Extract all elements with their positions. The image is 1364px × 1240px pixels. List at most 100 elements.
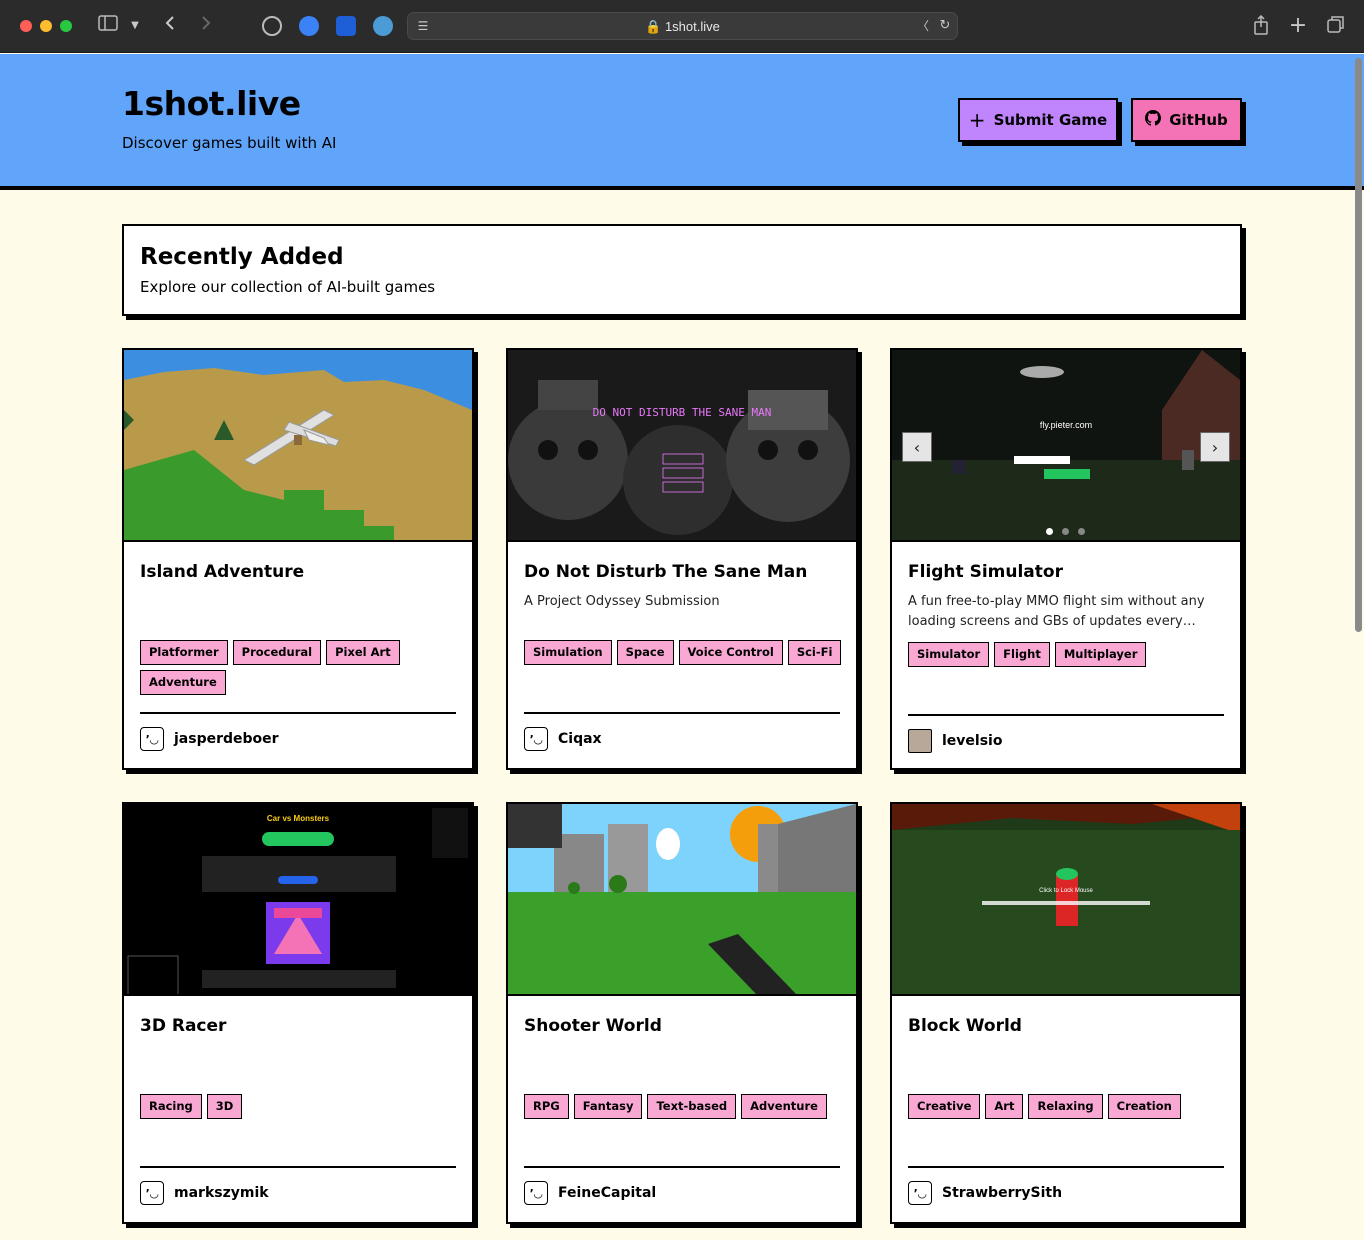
- divider: [908, 714, 1224, 716]
- author-name: StrawberrySith: [942, 1185, 1063, 1201]
- close-window-button[interactable]: [20, 20, 32, 32]
- tag[interactable]: 3D: [206, 1094, 243, 1119]
- tag-list: RPG Fantasy Text-based Adventure: [524, 1094, 844, 1119]
- avatar-placeholder-icon: ’◡: [140, 727, 164, 751]
- avatar-placeholder-icon: ’◡: [908, 1181, 932, 1205]
- tag[interactable]: Space: [616, 640, 674, 665]
- game-title[interactable]: 3D Racer: [140, 1016, 226, 1036]
- carousel-dot[interactable]: [1062, 528, 1069, 535]
- forward-icon[interactable]: [196, 15, 216, 37]
- thumbnail-title: fly.pieter.com: [1040, 420, 1092, 430]
- share-icon[interactable]: [1250, 14, 1272, 37]
- game-description: A Project Odyssey Submission: [524, 594, 720, 609]
- author[interactable]: ’◡ jasperdeboer: [140, 727, 279, 751]
- game-thumbnail: fly.pieter.com ‹ ›: [892, 350, 1240, 542]
- author[interactable]: ’◡ Ciqax: [524, 727, 602, 751]
- author-name: Ciqax: [558, 731, 602, 747]
- github-label: GitHub: [1169, 111, 1228, 129]
- new-tab-icon[interactable]: +: [1288, 15, 1308, 37]
- tag-list: Simulator Flight Multiplayer: [908, 642, 1228, 667]
- reload-icon[interactable]: ↻: [936, 15, 954, 37]
- submit-game-button[interactable]: + Submit Game: [958, 98, 1118, 142]
- extension-compass-icon[interactable]: [299, 16, 319, 36]
- author[interactable]: ’◡ FeineCapital: [524, 1181, 656, 1205]
- tag[interactable]: Simulator: [908, 642, 990, 667]
- chevron-down-icon[interactable]: ▼: [128, 15, 142, 37]
- github-icon: [1145, 110, 1162, 130]
- game-title[interactable]: Shooter World: [524, 1016, 662, 1036]
- tag[interactable]: Racing: [140, 1094, 202, 1119]
- tag[interactable]: Fantasy: [573, 1094, 643, 1119]
- site-title[interactable]: 1shot.live: [122, 84, 301, 123]
- game-card-flight-simulator[interactable]: fly.pieter.com ‹ › Flight Simulator A fu…: [890, 348, 1242, 770]
- avatar-placeholder-icon: ’◡: [524, 727, 548, 751]
- translate-icon[interactable]: 〈: [914, 15, 932, 37]
- carousel-dot-active[interactable]: [1046, 528, 1053, 535]
- tag[interactable]: Adventure: [741, 1094, 827, 1119]
- divider: [524, 712, 840, 714]
- author-name: markszymik: [174, 1185, 269, 1201]
- tag[interactable]: Procedural: [232, 640, 322, 665]
- lock-icon: 🔒: [645, 19, 662, 34]
- game-card-block-world[interactable]: Click to Lock Mouse Block World Creative…: [890, 802, 1242, 1224]
- tag[interactable]: RPG: [524, 1094, 569, 1119]
- github-button[interactable]: GitHub: [1131, 98, 1242, 142]
- extension-target-icon[interactable]: [262, 16, 282, 36]
- tag[interactable]: Platformer: [140, 640, 228, 665]
- browser-toolbar: ▼ ☰ 🔒 1shot.live 〈 ↻ +: [0, 0, 1364, 53]
- tag-list: Simulation Space Voice Control Sci-Fi: [524, 640, 844, 665]
- minimize-window-button[interactable]: [40, 20, 52, 32]
- game-card-island-adventure[interactable]: Island Adventure Platformer Procedural P…: [122, 348, 474, 770]
- site-header: 1shot.live Discover games built with AI …: [0, 54, 1364, 190]
- tag[interactable]: Pixel Art: [326, 640, 400, 665]
- tag[interactable]: Flight: [994, 642, 1050, 667]
- game-title[interactable]: Do Not Disturb The Sane Man: [524, 562, 807, 582]
- game-card-3d-racer[interactable]: Car vs Monsters 3D Racer Racing 3D ’◡ ma…: [122, 802, 474, 1224]
- game-title[interactable]: Island Adventure: [140, 562, 304, 582]
- tag[interactable]: Art: [985, 1094, 1024, 1119]
- carousel-next-button[interactable]: ›: [1200, 432, 1230, 462]
- back-icon[interactable]: [160, 15, 180, 37]
- address-bar[interactable]: ☰ 🔒 1shot.live 〈 ↻: [407, 12, 958, 40]
- page-scrollbar[interactable]: [1355, 58, 1362, 632]
- tag[interactable]: Text-based: [647, 1094, 737, 1119]
- author[interactable]: levelsio: [908, 729, 1002, 753]
- divider: [140, 1166, 456, 1168]
- recently-added-panel: Recently Added Explore our collection of…: [122, 224, 1242, 316]
- author[interactable]: ’◡ StrawberrySith: [908, 1181, 1062, 1205]
- tag[interactable]: Simulation: [524, 640, 612, 665]
- sidebar-toggle-icon[interactable]: [97, 15, 119, 37]
- tag-list: Creative Art Relaxing Creation: [908, 1094, 1228, 1119]
- game-card-shooter-world[interactable]: Shooter World RPG Fantasy Text-based Adv…: [506, 802, 858, 1224]
- submit-game-label: Submit Game: [993, 111, 1108, 129]
- author[interactable]: ’◡ markszymik: [140, 1181, 269, 1205]
- carousel-dot[interactable]: [1078, 528, 1085, 535]
- author-name: levelsio: [942, 733, 1003, 749]
- tag[interactable]: Relaxing: [1028, 1094, 1103, 1119]
- section-subtitle: Explore our collection of AI-built games: [140, 278, 436, 296]
- extension-shield-icon[interactable]: [336, 16, 356, 36]
- divider: [524, 1166, 840, 1168]
- carousel-prev-button[interactable]: ‹: [902, 432, 932, 462]
- tag[interactable]: Voice Control: [678, 640, 783, 665]
- thumbnail-title: Car vs Monsters: [267, 814, 330, 823]
- extension-bird-icon[interactable]: [373, 16, 393, 36]
- tab-overview-icon[interactable]: [1325, 15, 1347, 37]
- tag[interactable]: Creative: [908, 1094, 981, 1119]
- maximize-window-button[interactable]: [60, 20, 72, 32]
- game-thumbnail: DO NOT DISTURB THE SANE MAN: [508, 350, 856, 542]
- divider: [908, 1166, 1224, 1168]
- thumbnail-hint: Click to Lock Mouse: [1039, 888, 1093, 894]
- tag[interactable]: Multiplayer: [1054, 642, 1147, 667]
- tag[interactable]: Creation: [1107, 1094, 1181, 1119]
- game-thumbnail: Car vs Monsters: [124, 804, 472, 996]
- game-title[interactable]: Block World: [908, 1016, 1022, 1036]
- site-subtitle: Discover games built with AI: [122, 134, 337, 152]
- thumbnail-title: DO NOT DISTURB THE SANE MAN: [593, 406, 772, 419]
- game-card-do-not-disturb[interactable]: DO NOT DISTURB THE SANE MAN Do Not Distu…: [506, 348, 858, 770]
- author-name: FeineCapital: [558, 1185, 657, 1201]
- tag[interactable]: Sci-Fi: [787, 640, 842, 665]
- game-title[interactable]: Flight Simulator: [908, 562, 1063, 582]
- tag[interactable]: Adventure: [140, 670, 226, 695]
- plus-icon: +: [968, 108, 986, 132]
